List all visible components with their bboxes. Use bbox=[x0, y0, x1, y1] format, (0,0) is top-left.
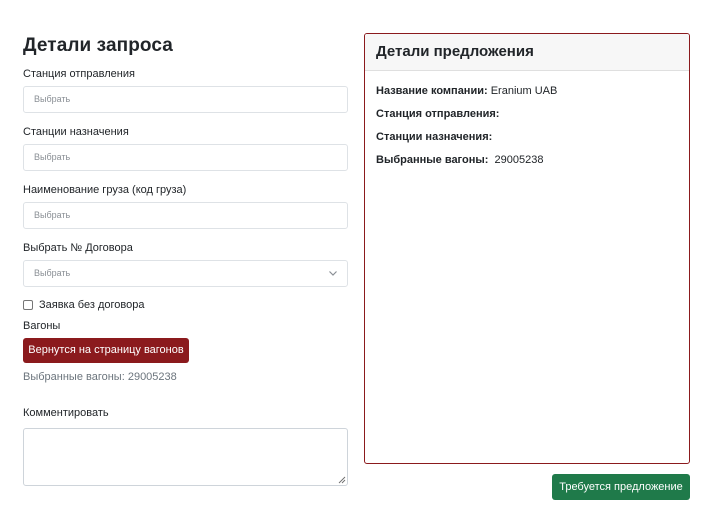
destination-row: Станции назначения: bbox=[376, 130, 678, 144]
departure-label: Станция отправления bbox=[23, 68, 135, 80]
page-title: Детали запроса bbox=[23, 35, 173, 56]
comment-textarea[interactable] bbox=[23, 428, 348, 486]
contract-select[interactable]: Выбрать bbox=[23, 260, 348, 287]
company-key: Название компании: bbox=[376, 85, 488, 97]
departure-key: Станция отправления: bbox=[376, 108, 500, 120]
wagons-label: Вагоны bbox=[23, 320, 61, 332]
offer-details-card: Детали предложения Название компании: Er… bbox=[364, 33, 690, 464]
destination-select[interactable]: Выбрать bbox=[23, 144, 348, 171]
departure-row: Станция отправления: bbox=[376, 107, 678, 121]
back-to-wagons-button[interactable]: Вернутся на страницу вагонов bbox=[23, 338, 189, 363]
destination-key: Станции назначения: bbox=[376, 131, 493, 143]
offer-card-body: Название компании: Eranium UAB Станция о… bbox=[365, 71, 689, 167]
no-contract-checkbox[interactable] bbox=[23, 300, 33, 310]
resize-handle-icon[interactable] bbox=[337, 475, 346, 484]
company-row: Название компании: Eranium UAB bbox=[376, 84, 678, 98]
cargo-select[interactable]: Выбрать bbox=[23, 202, 348, 229]
destination-placeholder: Выбрать bbox=[34, 152, 71, 162]
wagons-key: Выбранные вагоны: bbox=[376, 154, 489, 166]
no-contract-row: Заявка без договора bbox=[23, 298, 348, 312]
contract-placeholder: Выбрать bbox=[34, 268, 71, 278]
wagons-value: 29005238 bbox=[488, 154, 544, 166]
offer-card-title: Детали предложения bbox=[365, 34, 689, 71]
chevron-down-icon bbox=[329, 271, 337, 276]
departure-select[interactable]: Выбрать bbox=[23, 86, 348, 113]
departure-placeholder: Выбрать bbox=[34, 94, 71, 104]
request-offer-button[interactable]: Требуется предложение bbox=[552, 474, 690, 500]
comment-label: Комментировать bbox=[23, 407, 109, 419]
contract-label: Выбрать № Договора bbox=[23, 242, 133, 254]
no-contract-label: Заявка без договора bbox=[39, 299, 145, 311]
destination-label: Станции назначения bbox=[23, 126, 129, 138]
request-details-panel: Детали запроса Станция отправления Выбра… bbox=[23, 34, 348, 486]
wagons-row: Выбранные вагоны: 29005238 bbox=[376, 153, 678, 167]
cargo-placeholder: Выбрать bbox=[34, 210, 71, 220]
cargo-label: Наименование груза (код груза) bbox=[23, 184, 187, 196]
selected-wagons-text: Выбранные вагоны: 29005238 bbox=[23, 371, 177, 383]
company-value: Eranium UAB bbox=[487, 85, 558, 97]
